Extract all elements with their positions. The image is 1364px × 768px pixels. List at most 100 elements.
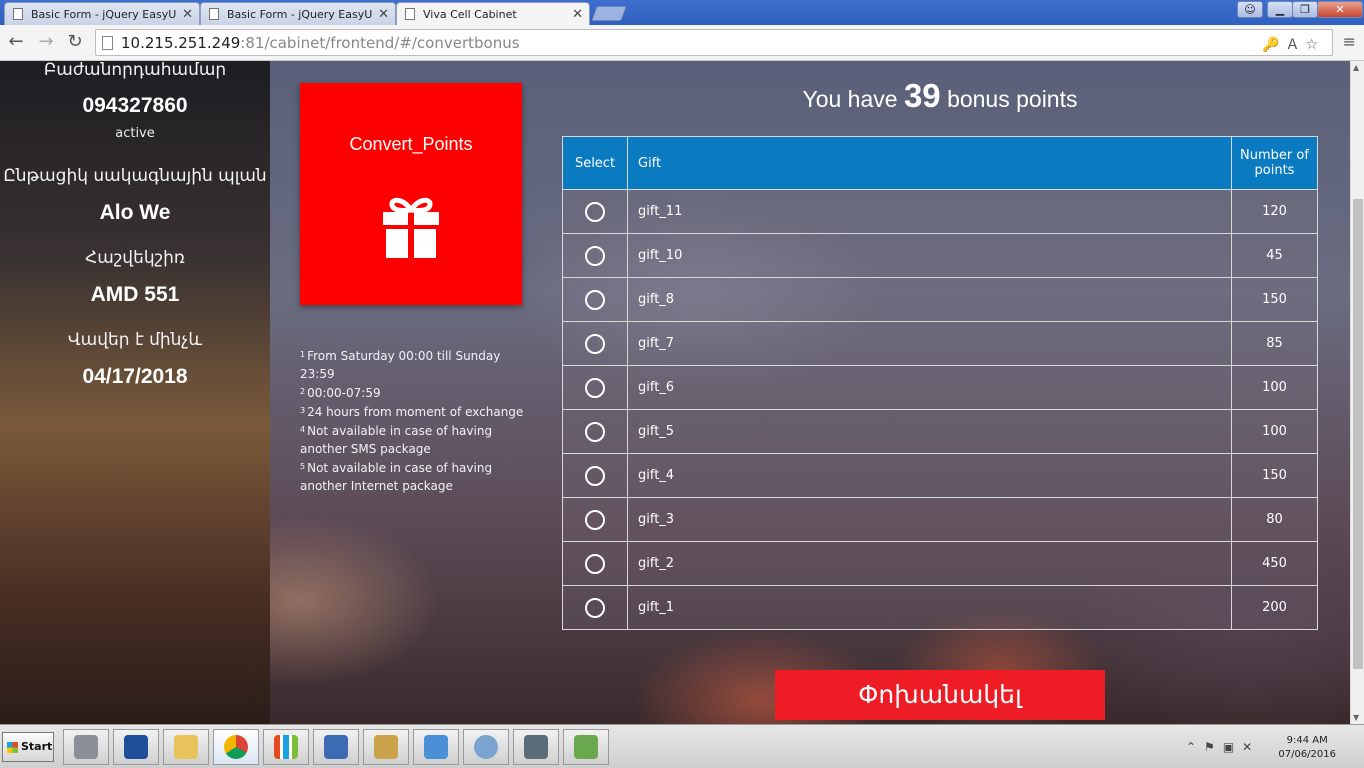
select-cell[interactable] bbox=[562, 453, 628, 498]
gift-icon bbox=[383, 197, 439, 258]
scrollbar-thumb[interactable] bbox=[1353, 199, 1363, 669]
table-row[interactable]: gift_5 100 bbox=[562, 409, 1318, 454]
gift-points: 150 bbox=[1231, 277, 1318, 322]
back-icon[interactable]: ← bbox=[4, 30, 28, 54]
select-cell[interactable] bbox=[562, 409, 628, 454]
gift-radio-button[interactable] bbox=[585, 421, 605, 442]
browser-tab-1[interactable]: Basic Form - jQuery EasyUI D ✕ bbox=[4, 2, 200, 25]
gifts-table: Select Gift Number of points gift_11 120 g… bbox=[562, 136, 1318, 630]
address-bar[interactable]: 10.215.251.249 :81/cabinet/frontend/#/co… bbox=[95, 29, 1333, 56]
select-cell[interactable] bbox=[562, 277, 628, 322]
tools-icon[interactable] bbox=[363, 729, 409, 765]
close-icon[interactable]: ✕ bbox=[182, 7, 193, 22]
gift-name: gift_8 bbox=[627, 277, 1232, 322]
gift-points: 100 bbox=[1231, 365, 1318, 410]
scroll-down-icon[interactable]: ▼ bbox=[1353, 713, 1359, 722]
subscriber-number: 094327860 bbox=[82, 94, 188, 117]
tab-title: Basic Form - jQuery EasyUI D bbox=[31, 7, 177, 21]
gift-radio-button[interactable] bbox=[585, 377, 605, 398]
select-cell[interactable] bbox=[562, 497, 628, 542]
select-cell[interactable] bbox=[562, 585, 628, 630]
select-cell[interactable] bbox=[562, 365, 628, 410]
notepad-icon[interactable] bbox=[563, 729, 609, 765]
new-tab-button[interactable] bbox=[591, 6, 627, 21]
table-row[interactable]: gift_11 120 bbox=[562, 189, 1318, 234]
url-path: :81/cabinet/frontend/#/convertbonus bbox=[240, 33, 520, 52]
tray-icons[interactable]: ⌃⚑▣✕ bbox=[1186, 740, 1260, 754]
select-cell[interactable] bbox=[562, 321, 628, 366]
virtualbox-icon[interactable] bbox=[413, 729, 459, 765]
table-row[interactable]: gift_10 45 bbox=[562, 233, 1318, 278]
gift-name: gift_6 bbox=[627, 365, 1232, 410]
gift-name: gift_4 bbox=[627, 453, 1232, 498]
scroll-up-icon[interactable]: ▲ bbox=[1353, 63, 1359, 72]
omnibox-icons[interactable]: 🔑Ａ☆ bbox=[1262, 34, 1324, 54]
gift-points: 120 bbox=[1231, 189, 1318, 234]
table-row[interactable]: gift_3 80 bbox=[562, 497, 1318, 542]
close-icon[interactable]: ✕ bbox=[378, 7, 389, 22]
gift-name: gift_7 bbox=[627, 321, 1232, 366]
dolphin-icon[interactable] bbox=[463, 729, 509, 765]
table-header-row: Select Gift Number of points bbox=[562, 136, 1318, 190]
table-row[interactable]: gift_1 200 bbox=[562, 585, 1318, 630]
gift-radio-button[interactable] bbox=[585, 201, 605, 222]
exchange-button[interactable]: Փոխանակել bbox=[775, 670, 1105, 720]
maximize-button[interactable]: ❐ bbox=[1292, 1, 1318, 18]
start-button[interactable]: Start bbox=[2, 732, 54, 762]
reload-icon[interactable]: ↻ bbox=[63, 30, 87, 54]
windows-taskbar: Start ⌃⚑▣✕ 9:44 AM 07/06/2016 bbox=[0, 724, 1364, 768]
valid-until-label: Վավեր է մինչև bbox=[67, 330, 203, 350]
select-cell[interactable] bbox=[562, 189, 628, 234]
gift-radio-button[interactable] bbox=[585, 509, 605, 530]
table-row[interactable]: gift_8 150 bbox=[562, 277, 1318, 322]
minimize-button[interactable]: ▁ bbox=[1267, 1, 1293, 18]
footnote: 5 Not available in case of having another… bbox=[300, 461, 493, 493]
gift-points: 150 bbox=[1231, 453, 1318, 498]
network-tool-icon[interactable] bbox=[313, 729, 359, 765]
server-manager-icon[interactable] bbox=[63, 729, 109, 765]
powershell-icon[interactable] bbox=[113, 729, 159, 765]
gift-name: gift_11 bbox=[627, 189, 1232, 234]
table-row[interactable]: gift_6 100 bbox=[562, 365, 1318, 410]
gift-name: gift_1 bbox=[627, 585, 1232, 630]
valid-until-date: 04/17/2018 bbox=[82, 365, 188, 388]
gift-points: 85 bbox=[1231, 321, 1318, 366]
table-row[interactable]: gift_2 450 bbox=[562, 541, 1318, 586]
gift-radio-button[interactable] bbox=[585, 465, 605, 486]
gift-radio-button[interactable] bbox=[585, 245, 605, 266]
page-icon bbox=[13, 8, 23, 20]
clock-time: 9:44 AM bbox=[1286, 735, 1328, 746]
page-scrollbar[interactable]: ▲ ▼ bbox=[1350, 61, 1364, 724]
clock[interactable]: 9:44 AM 07/06/2016 bbox=[1278, 734, 1336, 762]
account-status: active bbox=[115, 126, 155, 141]
close-icon[interactable]: ✕ bbox=[572, 7, 583, 22]
browser-toolbar: ← → ↻ 10.215.251.249 :81/cabinet/fronten… bbox=[0, 25, 1364, 61]
convert-points-tile[interactable]: Convert_Points bbox=[300, 83, 522, 305]
balance-value: AMD 551 bbox=[90, 283, 180, 306]
plan-label: Ընթացիկ սակագնային պլան bbox=[3, 166, 267, 186]
window-close-button[interactable]: ✕ bbox=[1317, 1, 1363, 18]
table-row[interactable]: gift_4 150 bbox=[562, 453, 1318, 498]
select-cell[interactable] bbox=[562, 541, 628, 586]
user-icon[interactable]: ☺ bbox=[1237, 1, 1263, 18]
gift-radio-button[interactable] bbox=[585, 597, 605, 618]
gift-radio-button[interactable] bbox=[585, 333, 605, 354]
browser-tab-2[interactable]: Basic Form - jQuery EasyUI D ✕ bbox=[200, 2, 396, 25]
gift-radio-button[interactable] bbox=[585, 289, 605, 310]
chrome-icon[interactable] bbox=[213, 729, 259, 765]
select-cell[interactable] bbox=[562, 233, 628, 278]
explorer-icon[interactable] bbox=[163, 729, 209, 765]
gift-radio-button[interactable] bbox=[585, 553, 605, 574]
forward-icon[interactable]: → bbox=[34, 30, 58, 54]
table-row[interactable]: gift_7 85 bbox=[562, 321, 1318, 366]
gift-points: 100 bbox=[1231, 409, 1318, 454]
footnote: 4 Not available in case of having another… bbox=[300, 424, 493, 456]
apps-grid-icon[interactable] bbox=[263, 729, 309, 765]
gift-points: 80 bbox=[1231, 497, 1318, 542]
remote-access-icon[interactable] bbox=[513, 729, 559, 765]
menu-icon[interactable]: ≡ bbox=[1343, 32, 1356, 51]
page-icon bbox=[405, 8, 415, 20]
header-select: Select bbox=[562, 136, 628, 190]
browser-tab-3[interactable]: Viva Cell Cabinet ✕ bbox=[396, 2, 590, 25]
headline-prefix: You have bbox=[802, 86, 898, 112]
